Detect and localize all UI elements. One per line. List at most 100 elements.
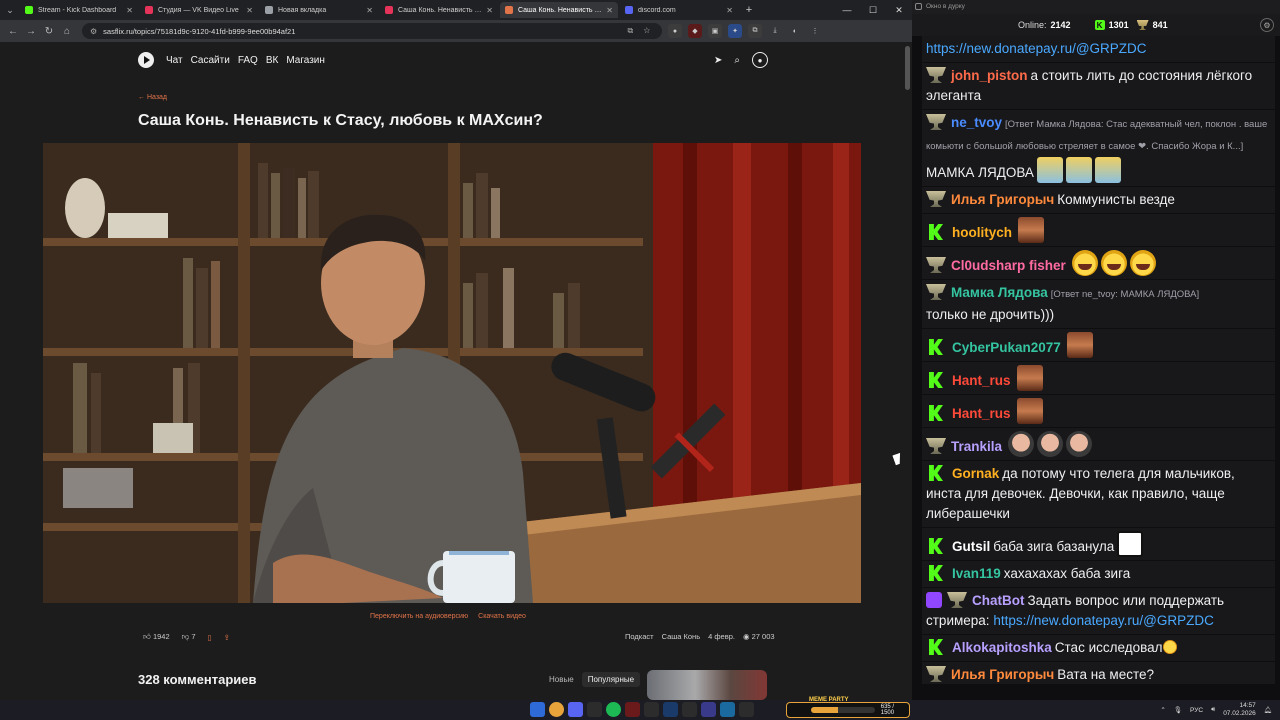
maximize-icon[interactable]: ☐ <box>860 0 886 20</box>
chat-username[interactable]: Hant_rus <box>952 406 1011 421</box>
chat-link[interactable]: https://new.donatepay.ru/@GRPZDC <box>926 41 1147 56</box>
spotify-icon[interactable] <box>606 702 621 717</box>
chat-message-list[interactable]: https://new.donatepay.ru/@GRPZDC john_pis… <box>922 36 1275 684</box>
chat-username[interactable]: Илья Григорыч <box>951 667 1054 682</box>
user-icon[interactable]: ● <box>752 52 768 68</box>
volume-icon[interactable]: 🔊︎ <box>1211 706 1215 714</box>
chat-username[interactable]: john_piston <box>951 68 1028 83</box>
extension-icon[interactable]: ▣ <box>708 24 722 38</box>
app-icon[interactable] <box>682 702 697 717</box>
clock[interactable]: 14:57 07.02.2026 <box>1223 702 1256 718</box>
tab-close-icon[interactable]: ✕ <box>606 6 613 15</box>
chat-username[interactable]: Ivan119 <box>952 566 1001 581</box>
audio-version-link[interactable]: Переключить на аудиоверсию <box>370 613 468 620</box>
cup-icon <box>1136 20 1149 30</box>
tray-chevron-icon[interactable]: ⌃ <box>1160 706 1165 714</box>
download-video-link[interactable]: Скачать видео <box>478 613 526 620</box>
bookmark-icon[interactable]: ▯ <box>208 633 212 642</box>
site-info-icon[interactable]: ⚙ <box>90 27 97 36</box>
start-icon[interactable] <box>530 702 545 717</box>
tab-close-icon[interactable]: ✕ <box>246 6 253 15</box>
browser-tab[interactable]: Саша Конь. Ненависть к Стасу ✕ <box>380 2 498 18</box>
chat-username[interactable]: CyberPukan2077 <box>952 340 1061 355</box>
sort-new-tab[interactable]: Новые <box>543 672 580 687</box>
app-icon[interactable] <box>663 702 678 717</box>
close-window-icon[interactable]: ✕ <box>886 0 912 20</box>
bookmark-star-icon[interactable]: ⧉ ☆ <box>628 26 654 36</box>
nav-sasites[interactable]: Сасайти <box>191 55 230 66</box>
chat-username[interactable]: Hant_rus <box>952 373 1011 388</box>
profile-icon[interactable]: ◐ <box>788 24 802 38</box>
tag-author[interactable]: Саша Конь <box>662 632 701 641</box>
download-icon[interactable]: ⤓ <box>768 24 782 38</box>
related-video-thumbnail[interactable] <box>647 670 767 700</box>
chat-username[interactable]: ChatBot <box>972 593 1025 608</box>
reload-icon[interactable]: ↻ <box>40 26 58 37</box>
browser-tab[interactable]: Stream - Kick Dashboard ✕ <box>20 2 138 18</box>
app-icon[interactable] <box>587 702 602 717</box>
share-icon[interactable]: ⇪ <box>224 633 230 642</box>
like-button[interactable]: 👍︎ 1942 <box>143 632 170 642</box>
settings-gear-icon[interactable]: ⚙ <box>1260 18 1274 32</box>
back-icon[interactable]: ← <box>4 26 22 37</box>
nav-chat[interactable]: Чат <box>166 55 183 66</box>
app-icon[interactable] <box>701 702 716 717</box>
tab-search-icon[interactable]: ⌄ <box>0 2 20 18</box>
telegram-icon[interactable] <box>720 702 735 717</box>
chat-username[interactable]: Илья Григорыч <box>951 192 1054 207</box>
tab-close-icon[interactable]: ✕ <box>486 6 493 15</box>
new-tab-button[interactable]: + <box>740 4 758 16</box>
scrollbar[interactable] <box>905 46 910 90</box>
chat-message: Ivan119 хахахахах баба зига <box>922 561 1275 588</box>
nav-vk[interactable]: ВК <box>266 55 279 66</box>
chat-username[interactable]: Trankila <box>951 439 1002 454</box>
video-player[interactable] <box>43 143 861 603</box>
extension-icon[interactable]: ◆ <box>688 24 702 38</box>
browser-tab[interactable]: Студия — VK Видео Live ✕ <box>140 2 258 18</box>
browser-tab[interactable]: Новая вкладка ✕ <box>260 2 378 18</box>
sort-popular-tab[interactable]: Популярные <box>581 672 641 687</box>
chat-username[interactable]: Gutsil <box>952 539 990 554</box>
tab-close-icon[interactable]: ✕ <box>366 6 373 15</box>
dislike-button[interactable]: 👎︎ 7 <box>182 632 196 642</box>
cup-badge-icon <box>926 257 946 273</box>
home-icon[interactable]: ⌂ <box>58 26 76 37</box>
chat-username[interactable]: Alkokapitoshka <box>952 640 1052 655</box>
nav-shop[interactable]: Магазин <box>286 55 325 66</box>
extensions-puzzle-icon[interactable]: ⧉ <box>748 24 762 38</box>
chat-username[interactable]: hoolitych <box>952 225 1012 240</box>
app-icon[interactable] <box>644 702 659 717</box>
chat-username[interactable]: Gornak <box>952 466 999 481</box>
mic-icon[interactable]: 🎙︎ <box>1174 706 1182 714</box>
nav-faq[interactable]: FAQ <box>238 55 258 66</box>
tab-close-icon[interactable]: ✕ <box>126 6 133 15</box>
notifications-icon[interactable]: 🔔︎ <box>1264 706 1272 714</box>
cup-badge-icon <box>926 438 946 454</box>
site-logo-icon[interactable] <box>138 52 154 68</box>
extension-icon[interactable]: ● <box>668 24 682 38</box>
chat-username[interactable]: Мамка Лядова <box>951 285 1048 300</box>
forward-icon[interactable]: → <box>22 26 40 37</box>
chat-link[interactable]: https://new.donatepay.ru/@GRPZDC <box>993 613 1214 628</box>
discord-icon[interactable] <box>568 702 583 717</box>
tab-close-icon[interactable]: ✕ <box>726 6 733 15</box>
chat-username[interactable]: ne_tvoy <box>951 115 1002 130</box>
send-icon[interactable]: ➤ <box>714 55 722 66</box>
minimize-icon[interactable]: — <box>834 0 860 20</box>
back-link[interactable]: ← Назад <box>138 94 167 101</box>
tag-podcast[interactable]: Подкаст <box>625 632 654 641</box>
browser-tab[interactable]: discord.com ✕ <box>620 2 738 18</box>
app-icon[interactable] <box>625 702 640 717</box>
chat-username[interactable]: Cl0udsharp fisher <box>951 258 1066 273</box>
menu-icon[interactable]: ⋮ <box>808 24 822 38</box>
app-icon[interactable] <box>739 702 754 717</box>
language-indicator[interactable]: РУС <box>1190 707 1203 714</box>
chat-message-text: Коммунисты везде <box>1057 192 1175 207</box>
address-bar[interactable]: ⚙ sasflix.ru/topics/75181d9c-9120-41fd-b… <box>82 23 662 39</box>
browser-tab[interactable]: Саша Конь. Ненависть к С ✕ <box>500 2 618 18</box>
tab-favicon-icon <box>625 6 633 14</box>
extension-icon[interactable]: ✦ <box>728 24 742 38</box>
search-icon[interactable]: ⌕ <box>734 55 740 66</box>
chrome-icon[interactable] <box>549 702 564 717</box>
video-frame <box>43 143 861 603</box>
